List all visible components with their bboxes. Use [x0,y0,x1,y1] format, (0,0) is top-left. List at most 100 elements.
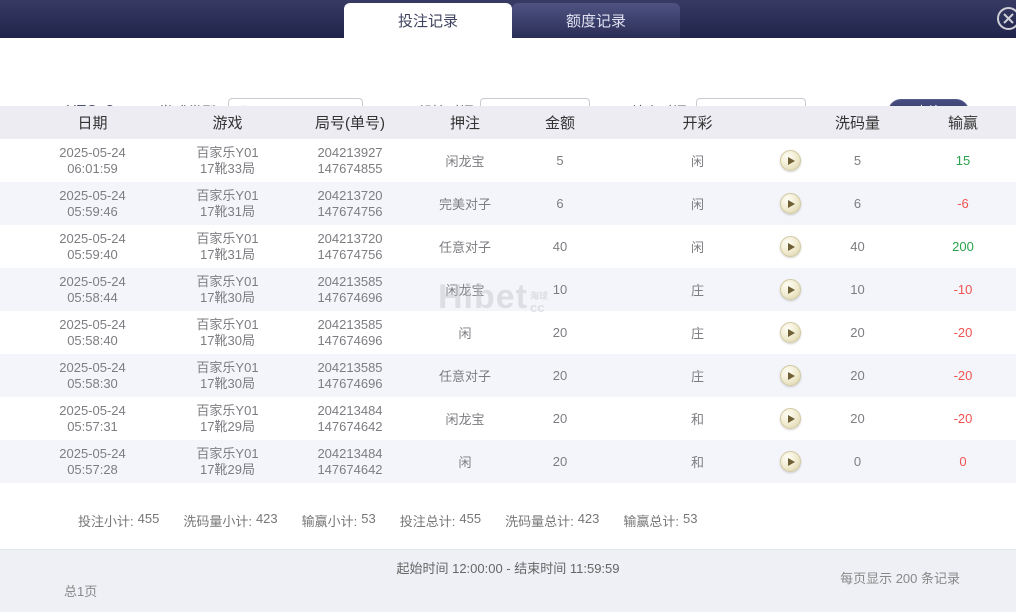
cell-amount: 20 [552,454,568,469]
cell-amount: 20 [552,325,568,340]
column-header-result: 开彩 [682,115,713,132]
cell-winloss: -20 [953,325,973,340]
column-header-round: 局号(单号) [315,115,385,132]
cell-replay [775,408,805,429]
table-row: 2025-05-24 05:57:28 百家乐Y01 17靴29局 20421348… [0,440,1016,483]
cell-rolling: 10 [850,282,865,297]
cell-winloss: -6 [957,196,969,211]
summary-rolling-subtotal: 洗码量小计: 423 [183,511,278,529]
replay-play-icon[interactable] [779,365,801,386]
cell-round-number: 204213484 147674642 [317,402,383,434]
column-header-bet: 押注 [449,115,480,132]
summary-bar: 投注小计: 455 洗码量小计: 423 输赢小计: 53 投注总计: 455 洗码量总… [78,511,698,530]
summary-bet-total: 投注总计: 455 [399,511,482,529]
replay-play-icon[interactable] [779,322,801,343]
table-row: 2025-05-24 06:01:59 百家乐Y01 17靴33局 20421392… [0,139,1016,182]
cell-replay [775,236,805,257]
cell-replay [775,150,805,171]
cell-bet: 闲 [458,326,472,341]
replay-play-icon[interactable] [779,193,801,214]
cell-round-number: 204213585 147674696 [317,316,383,348]
summary-winloss-subtotal: 输赢小计: 53 [301,511,376,529]
cell-date: 2025-05-24 05:59:40 [59,230,126,262]
column-header-amount: 金额 [544,115,575,132]
footer-bar: 起始时间 12:00:00 - 结束时间 11:59:59 总1页 每页显示 2… [0,549,1016,612]
cell-game: 百家乐Y01 17靴29局 [196,445,259,477]
play-triangle-icon [787,199,795,208]
cell-amount: 20 [552,411,568,426]
tab-bet-records[interactable]: 投注记录 [344,3,512,38]
cell-rolling: 20 [850,368,865,383]
cell-result: 庄 [690,283,704,298]
summary-winloss-total: 输赢总计: 53 [623,511,698,529]
play-triangle-icon [787,285,795,294]
cell-result: 庄 [690,369,704,384]
cell-game: 百家乐Y01 17靴31局 [196,230,259,262]
cell-round-number: 204213484 147674642 [317,445,383,477]
cell-winloss: -20 [953,368,973,383]
cell-winloss: -20 [953,411,973,426]
cell-result: 和 [690,412,704,427]
filter-bar: UTC+8 游戏类型 真人视讯 ▼ 起始时间 2025-05-23 ▼ 结束时间… [0,38,1016,125]
cell-replay [775,193,805,214]
cell-winloss: 15 [955,153,971,168]
table-row: 2025-05-24 05:58:44 百家乐Y01 17靴30局 20421358… [0,268,1016,311]
table-row: 2025-05-24 05:58:40 百家乐Y01 17靴30局 20421358… [0,311,1016,354]
cell-round-number: 204213585 147674696 [317,273,383,305]
cell-date: 2025-05-24 05:57:28 [59,445,126,477]
cell-bet: 任意对子 [438,240,491,255]
cell-round-number: 204213720 147674756 [317,230,383,262]
column-header-rolling: 洗码量 [834,115,880,132]
bet-records-table: 日期 游戏 局号(单号) 押注 金额 开彩 洗码量 输赢 2025-05-24 0… [0,106,1016,483]
cell-round-number: 204213720 147674756 [317,187,383,219]
table-header: 日期 游戏 局号(单号) 押注 金额 开彩 洗码量 输赢 [0,106,1016,139]
cell-date: 2025-05-24 06:01:59 [59,144,126,176]
cell-date: 2025-05-24 05:58:44 [59,273,126,305]
play-triangle-icon [787,457,795,466]
cell-game: 百家乐Y01 17靴33局 [196,144,259,176]
play-triangle-icon [787,156,795,165]
cell-winloss: 200 [952,239,974,254]
cell-rolling: 40 [850,239,865,254]
cell-date: 2025-05-24 05:59:46 [59,187,126,219]
cell-amount: 10 [552,282,568,297]
column-header-game: 游戏 [212,115,243,132]
cell-winloss: -10 [953,282,973,297]
cell-rolling: 5 [853,153,862,168]
table-row: 2025-05-24 05:59:40 百家乐Y01 17靴31局 20421372… [0,225,1016,268]
replay-play-icon[interactable] [779,279,801,300]
play-triangle-icon [787,414,795,423]
replay-play-icon[interactable] [779,150,801,171]
cell-result: 闲 [690,240,704,255]
cell-result: 闲 [690,197,704,212]
play-triangle-icon [787,242,795,251]
cell-game: 百家乐Y01 17靴31局 [196,187,259,219]
cell-result: 闲 [690,154,704,169]
cell-rolling: 6 [853,196,862,211]
cell-bet: 闲龙宝 [445,154,485,169]
cell-round-number: 204213585 147674696 [317,359,383,391]
column-header-date: 日期 [77,115,108,132]
tab-quota-records[interactable]: 额度记录 [512,3,680,38]
summary-rolling-total: 洗码量总计: 423 [505,511,600,529]
replay-play-icon[interactable] [779,451,801,472]
cell-bet: 闲 [458,455,472,470]
cell-rolling: 0 [853,454,862,469]
replay-play-icon[interactable] [779,236,801,257]
cell-result: 庄 [690,326,704,341]
cell-result: 和 [690,455,704,470]
total-pages-label: 总1页 [64,584,98,599]
cell-replay [775,451,805,472]
cell-bet: 闲龙宝 [445,412,485,427]
cell-replay [775,365,805,386]
cell-game: 百家乐Y01 17靴30局 [196,316,259,348]
close-icon[interactable] [995,5,1016,32]
summary-bet-subtotal: 投注小计: 455 [78,511,160,529]
top-bar: 投注记录 额度记录 [0,0,1016,38]
cell-date: 2025-05-24 05:57:31 [59,402,126,434]
cell-amount: 6 [556,196,564,211]
table-row: 2025-05-24 05:59:46 百家乐Y01 17靴31局 20421372… [0,182,1016,225]
replay-play-icon[interactable] [779,408,801,429]
per-page-label: 每页显示 200 条记录 [840,571,960,586]
table-row: 2025-05-24 05:58:30 百家乐Y01 17靴30局 20421358… [0,354,1016,397]
